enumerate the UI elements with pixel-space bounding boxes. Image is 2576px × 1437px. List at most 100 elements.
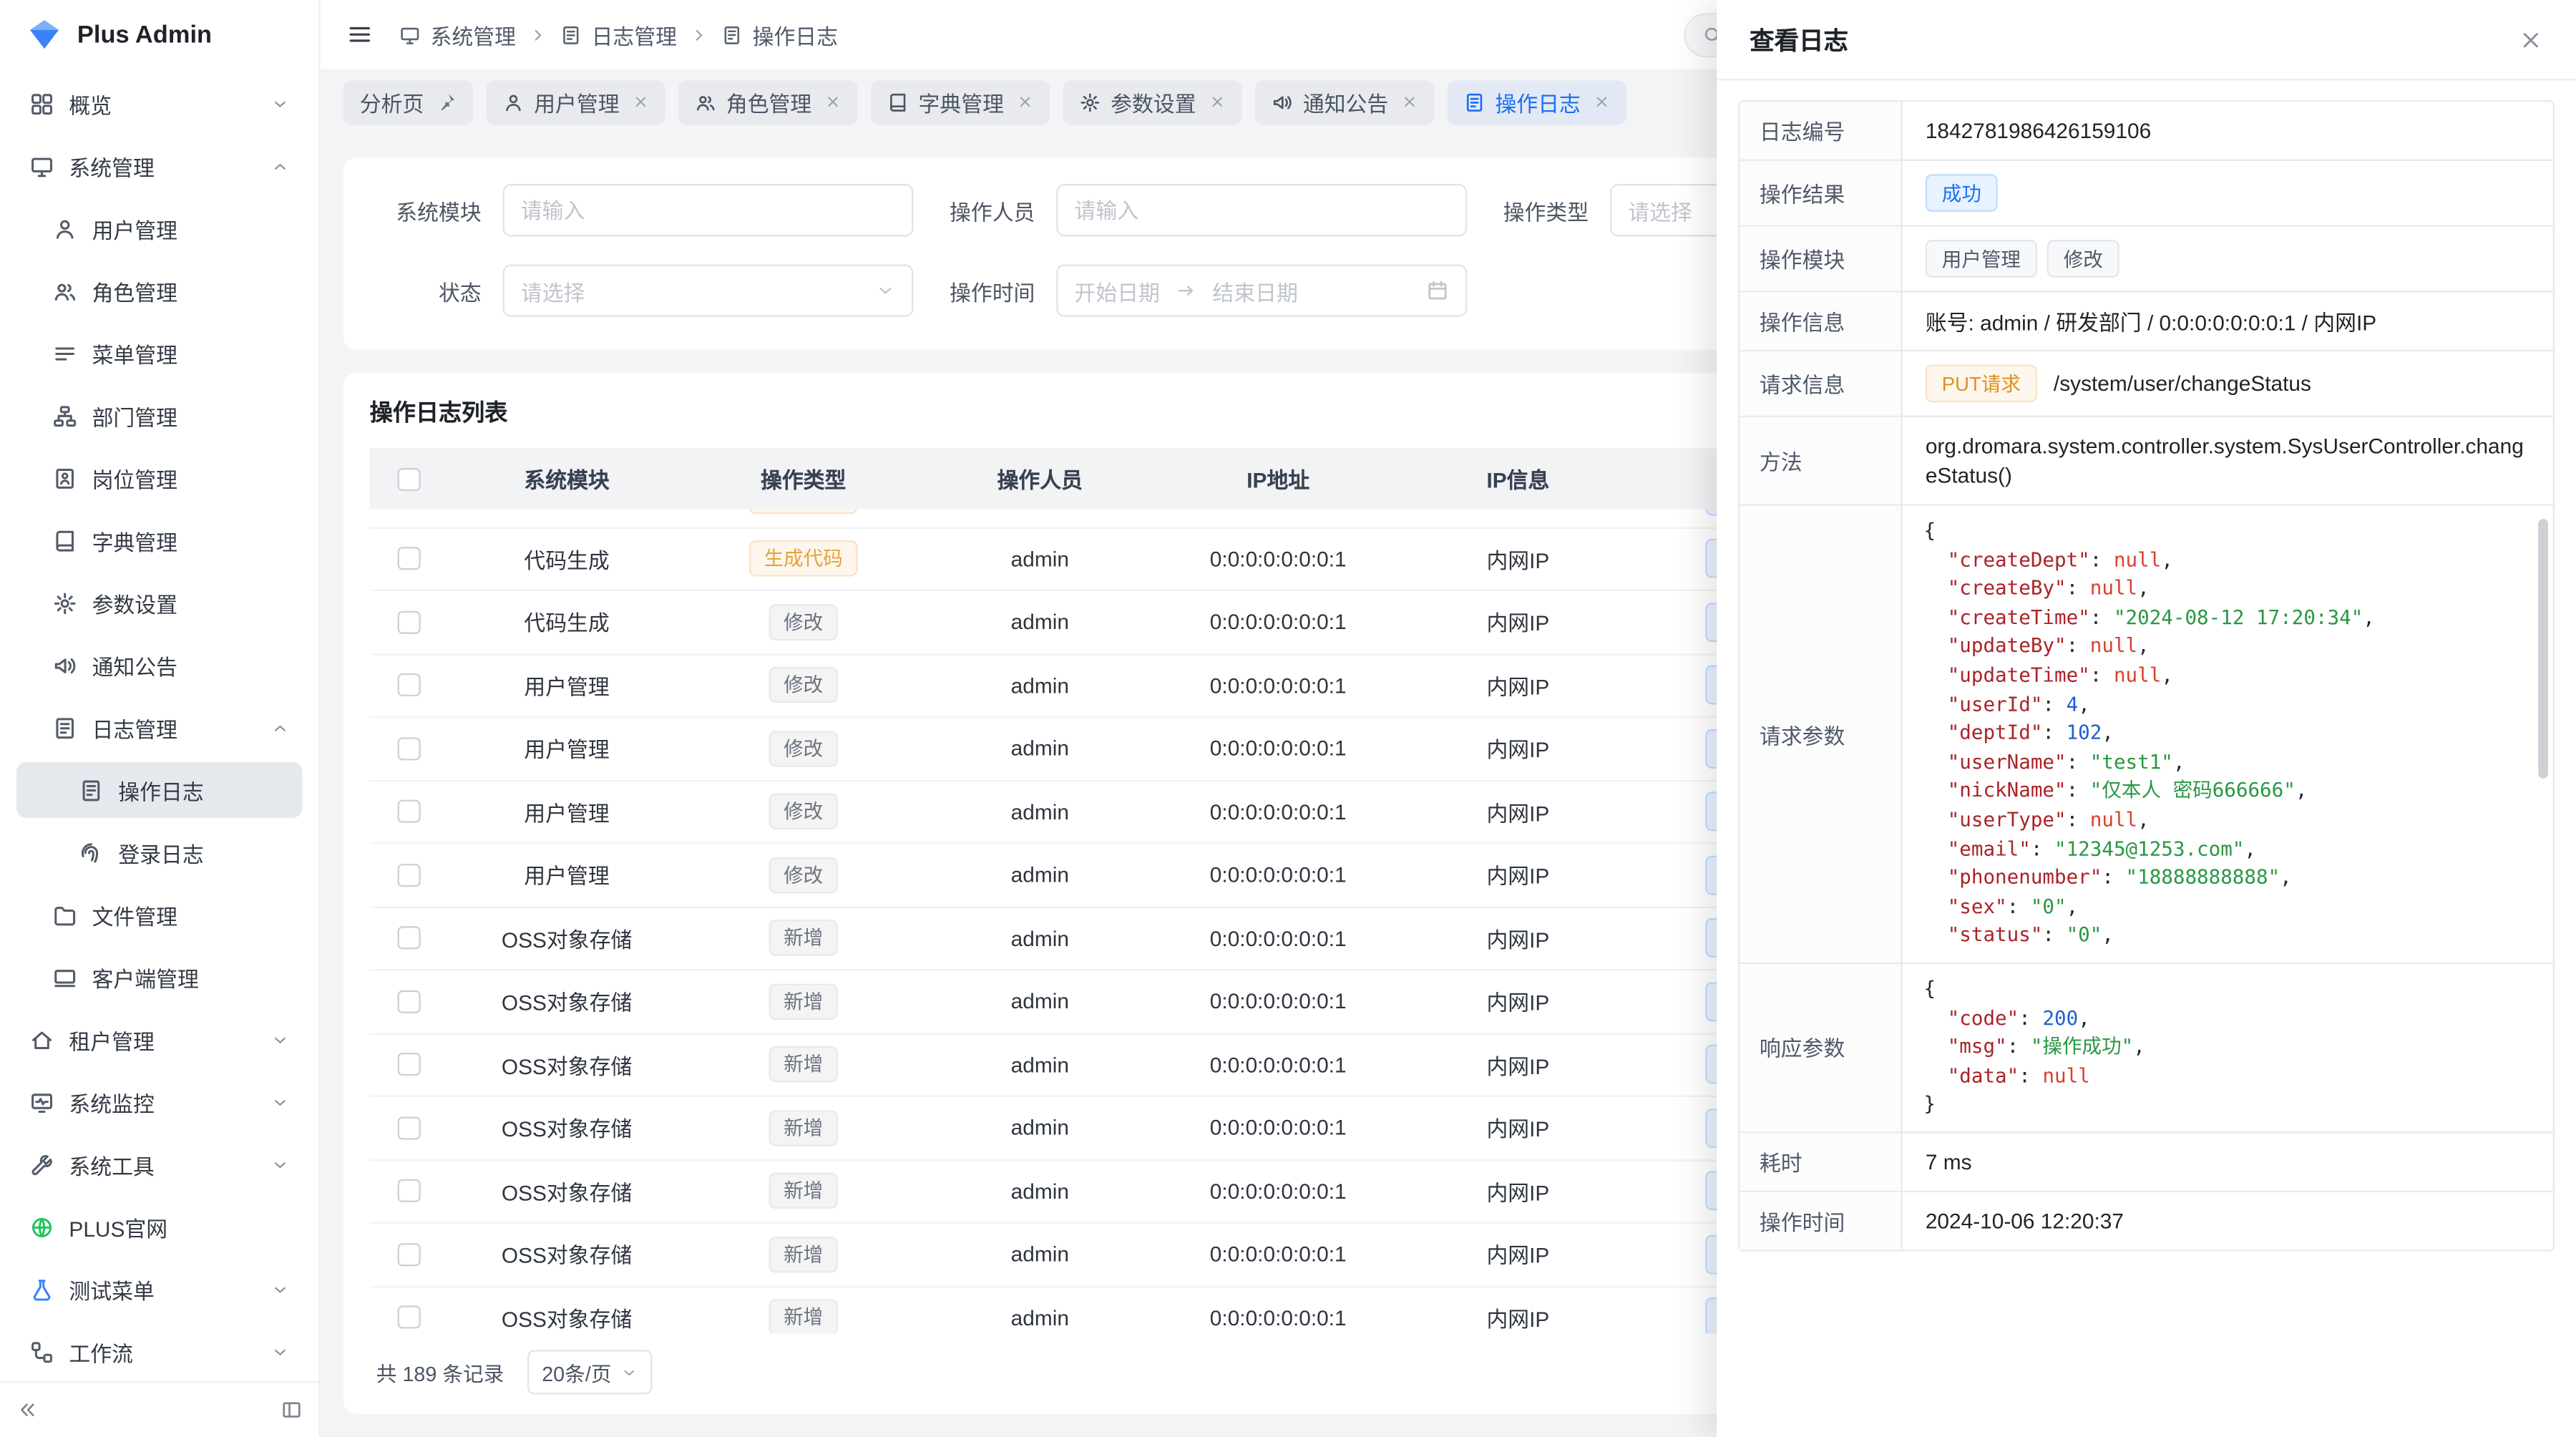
row-checkbox[interactable] (370, 1053, 449, 1076)
sidebar-item-dict-management[interactable]: 字典管理 (16, 512, 302, 568)
checkbox[interactable] (398, 927, 421, 950)
sidebar-item-param-settings[interactable]: 参数设置 (16, 575, 302, 630)
checkbox[interactable] (398, 1053, 421, 1076)
close-drawer-icon[interactable] (2519, 27, 2543, 52)
sidebar-item-label: 租户管理 (69, 1024, 270, 1056)
select-all-checkbox[interactable] (370, 467, 449, 490)
field-method: 方法 org.dromara.system.controller.system.… (1740, 417, 2552, 506)
checkbox[interactable] (398, 990, 421, 1013)
cell-ip-info: 内网IP (1398, 796, 1638, 827)
tab-param-settings[interactable]: 参数设置 (1063, 79, 1242, 124)
row-checkbox[interactable] (370, 927, 449, 950)
sidebar-item-role-management[interactable]: 角色管理 (16, 263, 302, 318)
sidebar-item-system-tools[interactable]: 系统工具 (16, 1136, 302, 1192)
page-size-select[interactable]: 20条/页 (527, 1350, 653, 1394)
checkbox[interactable] (398, 1116, 421, 1139)
close-tab-icon[interactable] (825, 94, 841, 110)
row-checkbox[interactable] (370, 1179, 449, 1202)
sidebar-item-menu-management[interactable]: 菜单管理 (16, 325, 302, 381)
tab-role-management[interactable]: 角色管理 (678, 79, 857, 124)
cell-ip: 0:0:0:0:0:0:0:1 (1158, 1305, 1398, 1330)
row-checkbox[interactable] (370, 673, 449, 696)
checkbox[interactable] (398, 467, 421, 490)
tab-operation-log[interactable]: 操作日志 (1448, 79, 1626, 124)
field-op-time: 操作时间 2024-10-06 12:20:37 (1740, 1192, 2552, 1250)
checkbox[interactable] (398, 610, 421, 633)
field-module: 操作模块 用户管理 修改 (1740, 227, 2552, 293)
close-tab-icon[interactable] (1594, 94, 1610, 110)
sidebar-item-overview[interactable]: 概览 (16, 76, 302, 132)
cell-module: 用户管理 (449, 733, 686, 764)
sidebar-item-tenant-management[interactable]: 租户管理 (16, 1012, 302, 1068)
close-tab-icon[interactable] (1402, 94, 1418, 110)
sidebar-item-client-management[interactable]: 客户端管理 (16, 949, 302, 1005)
sidebar-item-plus-website[interactable]: PLUS官网 (16, 1199, 302, 1255)
row-checkbox[interactable] (370, 1306, 449, 1329)
breadcrumb-item-log-management[interactable]: 日志管理 (560, 19, 677, 50)
collapse-sidebar-icon[interactable] (16, 1399, 38, 1421)
sidebar-item-notice[interactable]: 通知公告 (16, 637, 302, 693)
filter-label: 操作人员 (937, 195, 1035, 226)
sidebar-item-label: 用户管理 (92, 213, 290, 244)
checkbox[interactable] (398, 547, 421, 570)
checkbox[interactable] (398, 864, 421, 887)
tab-dict-management[interactable]: 字典管理 (871, 79, 1050, 124)
pin-sidebar-icon[interactable] (281, 1399, 303, 1421)
tab-analysis[interactable]: 分析页 (343, 79, 473, 124)
sidebar-item-label: 登录日志 (118, 837, 289, 868)
operator-input[interactable] (1056, 184, 1467, 236)
sidebar-item-dept-management[interactable]: 部门管理 (16, 388, 302, 444)
field-result: 操作结果 成功 (1740, 161, 2552, 227)
breadcrumb-item-system-management[interactable]: 系统管理 (399, 19, 516, 50)
close-tab-icon[interactable] (633, 94, 649, 110)
status-select[interactable]: 请选择 (503, 264, 914, 316)
sidebar-item-post-management[interactable]: 岗位管理 (16, 450, 302, 506)
row-checkbox[interactable] (370, 864, 449, 887)
system-module-input[interactable] (503, 184, 914, 236)
filter-label: 系统模块 (383, 195, 482, 226)
sidebar-item-system-monitor[interactable]: 系统监控 (16, 1074, 302, 1130)
tab-user-management[interactable]: 用户管理 (487, 79, 665, 124)
cell-operation-type: 修改 (685, 857, 922, 892)
doc-icon (721, 24, 743, 45)
checkbox[interactable] (398, 1179, 421, 1202)
hamburger-menu-icon[interactable] (346, 21, 373, 48)
user-icon (52, 216, 77, 240)
checkbox[interactable] (398, 737, 421, 760)
request-params-json[interactable]: { "createDept": null, "createBy": null, … (1924, 517, 2534, 951)
checkbox[interactable] (398, 673, 421, 696)
tab-notice[interactable]: 通知公告 (1255, 79, 1434, 124)
checkbox[interactable] (398, 1306, 421, 1329)
sidebar-item-login-log[interactable]: 登录日志 (16, 824, 302, 880)
cell-ip-info: 内网IP (1398, 733, 1638, 764)
sidebar-item-log-management[interactable]: 日志管理 (16, 700, 302, 756)
sidebar-item-user-management[interactable]: 用户管理 (16, 200, 302, 256)
checkbox[interactable] (398, 1243, 421, 1266)
row-checkbox[interactable] (370, 1116, 449, 1139)
scrollbar-thumb[interactable] (2538, 519, 2548, 779)
cell-operation-type: 新增 (685, 1300, 922, 1334)
sidebar-item-file-management[interactable]: 文件管理 (16, 887, 302, 942)
row-checkbox[interactable] (370, 547, 449, 570)
date-start-placeholder: 开始日期 (1075, 275, 1160, 306)
sidebar-item-workflow[interactable]: 工作流 (16, 1324, 302, 1380)
cell-module: 代码生成 (449, 543, 686, 575)
checkbox[interactable] (398, 800, 421, 823)
breadcrumb-item-operation-log[interactable]: 操作日志 (721, 19, 838, 50)
sidebar-item-operation-log[interactable]: 操作日志 (16, 762, 302, 818)
chevron-right-icon (529, 26, 547, 44)
row-checkbox[interactable] (370, 737, 449, 760)
cell-ip-info: 内网IP (1398, 1049, 1638, 1081)
row-checkbox[interactable] (370, 800, 449, 823)
sidebar-item-system-management[interactable]: 系统管理 (16, 138, 302, 194)
operation-time-range[interactable]: 开始日期 结束日期 (1056, 264, 1467, 316)
close-tab-icon[interactable] (1209, 94, 1226, 110)
app-logo[interactable]: Plus Admin (0, 0, 318, 66)
row-checkbox[interactable] (370, 1243, 449, 1266)
sidebar-item-test-menu[interactable]: 测试菜单 (16, 1261, 302, 1317)
row-checkbox[interactable] (370, 990, 449, 1013)
close-tab-icon[interactable] (1017, 94, 1033, 110)
cell-module: OSS对象存储 (449, 1302, 686, 1333)
row-checkbox[interactable] (370, 610, 449, 633)
megaphone-icon (1272, 91, 1293, 112)
